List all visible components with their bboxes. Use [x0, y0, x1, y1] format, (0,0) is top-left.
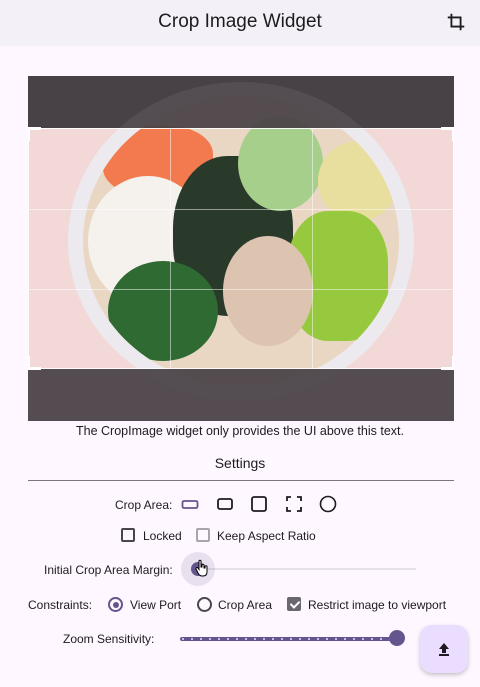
zoom-sensitivity-slider[interactable] — [180, 632, 406, 646]
restrict-viewport-label: Restrict image to viewport — [308, 598, 447, 612]
crop-handle-top-right[interactable] — [441, 127, 454, 141]
locked-checkbox[interactable] — [121, 528, 135, 542]
crop-overlay-top — [28, 76, 454, 128]
zoom-sensitivity-slider-thumb[interactable] — [389, 630, 405, 646]
constraint-viewport-radio[interactable] — [108, 597, 123, 612]
settings-divider — [28, 480, 454, 481]
crop-area-label: Crop Area: — [115, 498, 173, 512]
constraint-crop-area-radio[interactable] — [197, 597, 212, 612]
square-icon — [251, 496, 267, 512]
initial-margin-slider-track[interactable] — [200, 568, 416, 570]
constraint-viewport-label: View Port — [130, 598, 182, 612]
crop-caption: The CropImage widget only provides the U… — [76, 424, 404, 438]
app-title: Crop Image Widget — [158, 11, 322, 32]
keep-aspect-ratio-checkbox[interactable] — [196, 528, 210, 542]
crop-handle-bottom-left[interactable] — [28, 356, 41, 370]
wide-rectangle-icon — [181, 500, 199, 509]
crop-editor[interactable] — [28, 76, 454, 421]
shape-wide-rectangle-button[interactable] — [180, 494, 200, 514]
crop-free-icon — [286, 496, 302, 512]
keep-aspect-ratio-label: Keep Aspect Ratio — [217, 529, 316, 543]
constraint-crop-area-label: Crop Area — [218, 598, 273, 612]
pointer-cursor-icon — [195, 559, 208, 577]
shape-circle-button[interactable] — [318, 494, 338, 514]
crop-overlay-bottom — [28, 369, 454, 421]
crop-handle-bottom-right[interactable] — [441, 356, 454, 370]
circle-icon — [319, 495, 337, 513]
crop-icon — [447, 13, 465, 31]
locked-label: Locked — [143, 529, 182, 543]
crop-handle-top-left[interactable] — [28, 127, 41, 141]
shape-rectangle-button[interactable] — [215, 494, 235, 514]
upload-button[interactable] — [420, 625, 468, 673]
settings-title: Settings — [214, 455, 266, 471]
restrict-viewport-checkbox[interactable] — [287, 597, 301, 611]
shape-square-button[interactable] — [249, 494, 269, 514]
upload-icon — [439, 643, 449, 656]
crop-area[interactable] — [28, 127, 454, 370]
crop-action-button[interactable] — [442, 8, 470, 36]
rectangle-icon — [217, 498, 233, 510]
zoom-sensitivity-label: Zoom Sensitivity: — [63, 632, 155, 646]
initial-margin-label: Initial Crop Area Margin: — [44, 563, 173, 577]
constraints-label: Constraints: — [28, 598, 93, 612]
shape-free-corners-button[interactable] — [284, 494, 304, 514]
app-bar: Crop Image Widget — [0, 0, 480, 46]
